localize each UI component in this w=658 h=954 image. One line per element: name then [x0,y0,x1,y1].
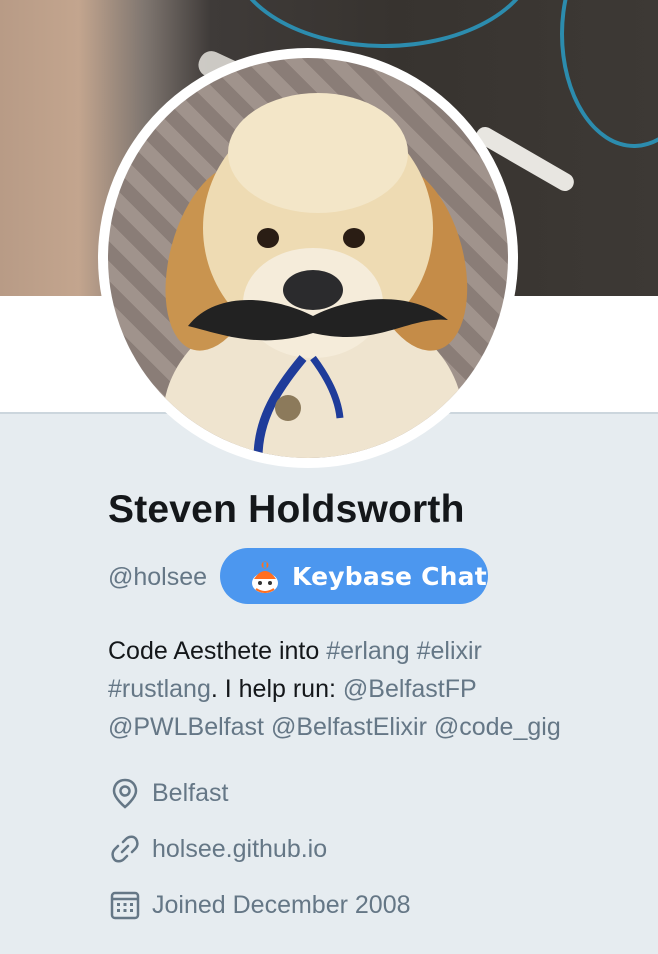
link-icon [108,832,142,866]
bio-space [410,637,417,665]
bio-text: . I help run: [210,675,343,703]
url-link[interactable]: holsee.github.io [152,835,327,864]
location-text: Belfast [152,778,229,807]
profile-handle[interactable]: @holsee [108,563,207,592]
profile-bio: Code Aesthete into #erlang #elixir #rust… [108,632,628,746]
profile-url[interactable]: holsee.github.io [108,832,327,866]
mention-code-gig[interactable]: @code_gig [434,713,561,741]
joined-text: Joined December 2008 [152,890,411,919]
profile-location: Belfast [108,776,228,810]
hashtag-elixir[interactable]: #elixir [417,637,482,665]
avatar-image [108,58,508,458]
hashtag-erlang[interactable]: #erlang [326,637,409,665]
puppy-illustration [163,93,468,458]
keybase-chat-label: Keybase Chat [292,561,487,591]
profile-name: Steven Holdsworth [108,488,465,531]
banner-cable [230,0,538,48]
mention-pwlbelfast[interactable]: @PWLBelfast [108,713,264,741]
calendar-icon [108,888,142,922]
keybase-icon [250,559,280,593]
hashtag-rustlang[interactable]: #rustlang [108,675,211,703]
avatar[interactable] [98,48,518,468]
keybase-chat-button[interactable]: Keybase Chat [220,548,488,604]
bio-text: Code Aesthete into [108,637,327,665]
mention-belfastelixir[interactable]: @BelfastElixir [271,713,427,741]
location-pin-icon [108,776,142,810]
profile-joined: Joined December 2008 [108,888,411,922]
mention-belfastfp[interactable]: @BelfastFP [343,675,477,703]
banner-cable [560,0,658,148]
